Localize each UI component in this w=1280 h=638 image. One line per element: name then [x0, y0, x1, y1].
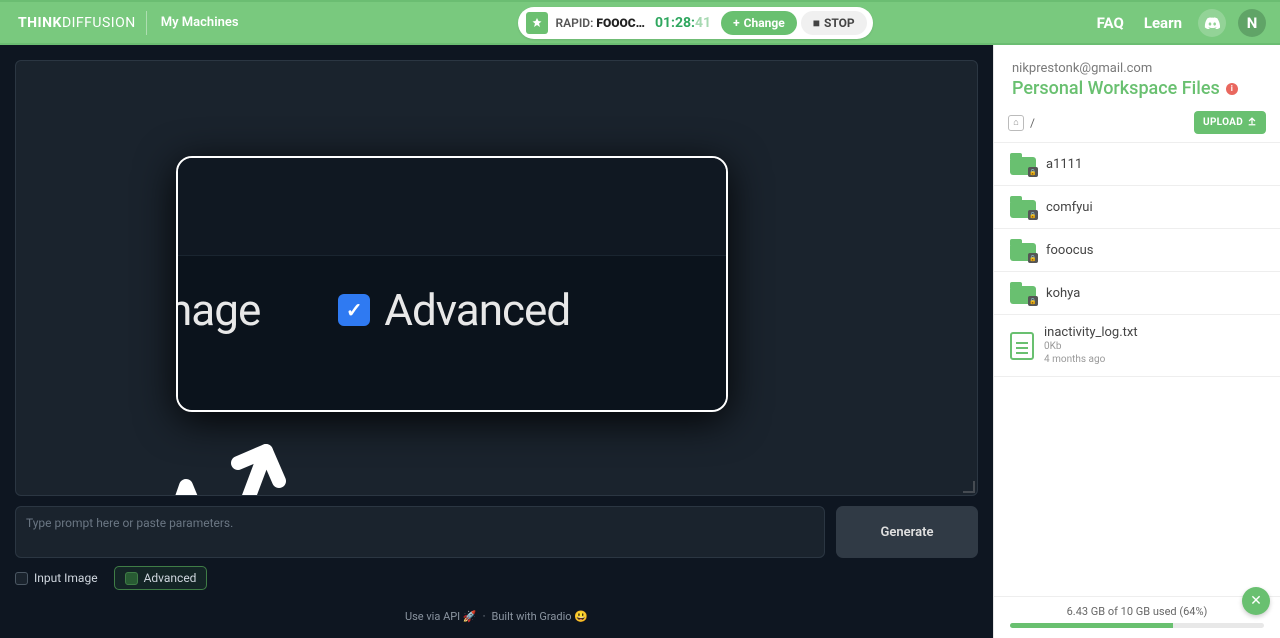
folder-icon: 🔒 [1010, 196, 1036, 218]
workspace-title: Personal Workspace Files i [1012, 78, 1262, 99]
file-sidebar: nikprestonk@gmail.com Personal Workspace… [993, 45, 1280, 638]
storage-indicator: ✕ 6.43 GB of 10 GB used (64%) [994, 596, 1280, 638]
file-name: inactivity_log.txt [1044, 325, 1138, 340]
lock-icon: 🔒 [1028, 167, 1038, 177]
storage-bar [1010, 623, 1264, 628]
main-panel: nage ✓ Advanced Generate Input Image [0, 45, 993, 638]
avatar-initial: N [1247, 14, 1258, 32]
stop-label: STOP [824, 16, 855, 30]
logo[interactable]: THINKDIFFUSION [0, 11, 147, 35]
file-row[interactable]: inactivity_log.txt 0Kb 4 months ago [994, 315, 1280, 377]
folder-icon: 🔒 [1010, 153, 1036, 175]
annotation-arrow-icon [116, 431, 316, 496]
resize-handle[interactable] [963, 481, 975, 493]
footer: Use via API 🚀 · Built with Gradio 😃 [15, 610, 978, 623]
checkbox-input-image-label: Input Image [34, 571, 98, 585]
change-button[interactable]: + Change [721, 11, 797, 35]
prompt-input[interactable] [15, 506, 825, 558]
smile-emoji-icon: 😃 [574, 610, 588, 623]
checkbox-checked-icon: ✓ [338, 294, 370, 326]
machine-tier-label: RAPID: FOOOC… [556, 16, 645, 30]
stop-button[interactable]: ■ STOP [801, 11, 867, 35]
folder-name: fooocus [1046, 243, 1093, 258]
separator: · [483, 610, 486, 623]
rocket-icon [526, 12, 548, 34]
logo-bold: THINK [18, 15, 62, 31]
gradio-link[interactable]: Built with Gradio 😃 [492, 610, 589, 623]
checkbox-advanced[interactable]: Advanced [114, 566, 208, 590]
file-list: 🔒 a1111 🔒 comfyui 🔒 fooocus 🔒 kohya inac… [994, 143, 1280, 596]
session-timer: 01:28:41 [655, 15, 711, 31]
zoom-advanced-text: Advanced [384, 284, 570, 336]
machine-status-capsule: RAPID: FOOOC… 01:28:41 + Change ■ STOP [518, 7, 873, 39]
timer-seconds: 41 [695, 15, 711, 31]
file-size: 0Kb [1044, 340, 1138, 353]
user-avatar[interactable]: N [1238, 9, 1266, 37]
zoom-partial-text: nage [176, 284, 260, 336]
folder-icon: 🔒 [1010, 239, 1036, 261]
folder-row[interactable]: 🔒 kohya [994, 272, 1280, 315]
checkbox-icon [125, 572, 138, 585]
stop-icon: ■ [813, 16, 820, 30]
user-email: nikprestonk@gmail.com [1012, 61, 1262, 76]
lock-icon: 🔒 [1028, 210, 1038, 220]
close-fab[interactable]: ✕ [1242, 587, 1270, 615]
lock-icon: 🔒 [1028, 253, 1038, 263]
output-canvas: nage ✓ Advanced [15, 60, 978, 496]
checkbox-input-image[interactable]: Input Image [15, 571, 98, 585]
rapid-prefix: RAPID: [556, 16, 597, 30]
checkbox-icon [15, 572, 28, 585]
timer-main: 01:28: [655, 15, 695, 31]
upload-label: UPLOAD [1203, 117, 1243, 128]
upload-button[interactable]: UPLOAD [1194, 111, 1266, 134]
folder-name: comfyui [1046, 200, 1093, 215]
folder-row[interactable]: 🔒 a1111 [994, 143, 1280, 186]
lock-icon: 🔒 [1028, 296, 1038, 306]
folder-icon: 🔒 [1010, 282, 1036, 304]
api-link[interactable]: Use via API 🚀 [405, 610, 477, 623]
folder-name: a1111 [1046, 157, 1082, 172]
rocket-emoji-icon: 🚀 [463, 610, 477, 623]
breadcrumb[interactable]: / [1030, 116, 1035, 130]
logo-light: DIFFUSION [62, 15, 136, 31]
file-icon [1010, 332, 1034, 360]
rapid-name: FOOOC… [596, 16, 645, 30]
storage-text: 6.43 GB of 10 GB used (64%) [1010, 605, 1264, 618]
zoom-callout: nage ✓ Advanced [176, 156, 728, 412]
folder-row[interactable]: 🔒 comfyui [994, 186, 1280, 229]
info-icon[interactable]: i [1226, 83, 1238, 95]
plus-icon: + [733, 16, 740, 30]
folder-name: kohya [1046, 286, 1080, 301]
file-modified: 4 months ago [1044, 353, 1138, 366]
change-label: Change [744, 16, 785, 30]
nav-learn[interactable]: Learn [1144, 14, 1182, 32]
generate-button[interactable]: Generate [836, 506, 978, 558]
checkbox-advanced-label: Advanced [144, 571, 197, 585]
home-icon[interactable]: ⌂ [1008, 115, 1024, 131]
nav-my-machines[interactable]: My Machines [147, 15, 253, 30]
discord-icon[interactable] [1198, 9, 1226, 37]
upload-icon [1247, 116, 1257, 129]
nav-faq[interactable]: FAQ [1097, 14, 1124, 32]
folder-row[interactable]: 🔒 fooocus [994, 229, 1280, 272]
